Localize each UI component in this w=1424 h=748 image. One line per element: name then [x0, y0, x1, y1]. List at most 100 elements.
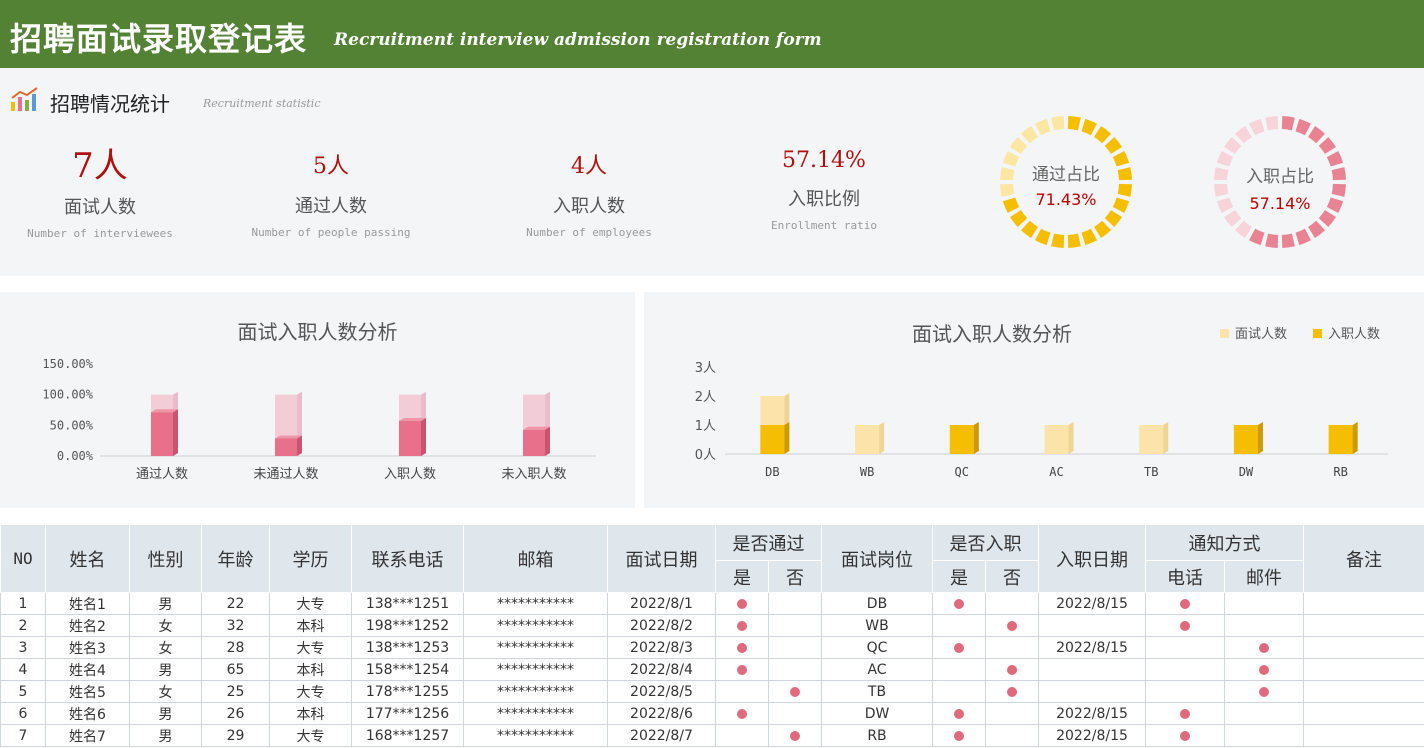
cell-hire-no: [985, 702, 1039, 725]
cell-email: ***********: [463, 702, 608, 725]
cell-phone: 168***1257: [351, 724, 464, 747]
legend-label: 入职人数: [1328, 327, 1380, 342]
marker-dot: [1180, 730, 1190, 741]
header-passed: 是否通过: [715, 524, 822, 561]
legend-swatch: [1313, 329, 1322, 338]
bar-value-side: [421, 417, 426, 456]
marker-dot: [737, 642, 747, 653]
ring-segment: [1067, 233, 1081, 248]
cell-position: AC: [821, 658, 933, 681]
cell-remark: [1303, 724, 1424, 747]
bar-interviewed: [1139, 425, 1164, 454]
marker-dot: [954, 708, 964, 719]
bar-value: [399, 420, 421, 456]
marker-dot: [737, 598, 747, 609]
table-row[interactable]: 7 姓名7 男 29 大专 168***1257 *********** 2022/8/7 RB…: [0, 724, 1424, 747]
title-banner: 招聘面试录取登记表 Recruitment interview admissio…: [0, 0, 1424, 68]
y-tick-label: 3人: [695, 361, 716, 376]
cell-pass-no: [768, 680, 822, 703]
ring-segment: [1224, 136, 1242, 154]
ring-segment: [1104, 136, 1122, 154]
cell-age: 25: [201, 680, 270, 703]
bar-stack: [151, 391, 178, 456]
cell-hire-no: [985, 724, 1039, 747]
cell-name: 姓名2: [45, 614, 130, 637]
ratio-bar-chart: 0.00% 50.00% 100.00% 150.00% 通过人数 未通过人数 入职人数 未入…: [42, 357, 596, 482]
kpi-value: 7人: [72, 146, 128, 186]
x-tick-label: AC: [1049, 465, 1063, 479]
cell-no: 6: [0, 702, 46, 725]
cell-pass-yes: [715, 592, 769, 615]
bar-stack: [523, 391, 550, 456]
marker-dot: [1007, 620, 1017, 631]
ring-label: 入职占比: [1246, 167, 1314, 187]
kpi-en-label: Number of employees: [526, 226, 652, 239]
bar-value-side: [297, 435, 302, 456]
cell-email: ***********: [463, 592, 608, 615]
header-interview-date: 面试日期: [607, 524, 716, 593]
cell-phone: 177***1256: [351, 702, 464, 725]
ring-segment: [1094, 220, 1112, 238]
marker-dot: [737, 664, 747, 675]
cell-email: ***********: [463, 680, 608, 703]
cell-notify-mail: [1224, 724, 1304, 747]
header-gender: 性别: [129, 524, 202, 593]
table-row[interactable]: 4 姓名4 男 65 本科 158***1254 *********** 2022/8/4 AC: [0, 658, 1424, 681]
cell-notify-tel: [1145, 702, 1225, 725]
kpi-label: 通过人数: [295, 196, 367, 217]
cell-notify-mail: [1224, 680, 1304, 703]
ring-segment: [1318, 136, 1336, 154]
section-title: 招聘情况统计: [50, 92, 170, 116]
table-row[interactable]: 5 姓名5 女 25 大专 178***1255 *********** 2022/8/5 TB: [0, 680, 1424, 703]
cell-gender: 男: [129, 702, 202, 725]
ring-segment: [1281, 233, 1295, 248]
cell-age: 28: [201, 636, 270, 659]
header-age: 年龄: [201, 524, 270, 593]
kpi-interviewees: 7人 面试人数 Number of interviewees: [10, 138, 190, 240]
cell-notify-mail: [1224, 592, 1304, 615]
table-row[interactable]: 2 姓名2 女 32 本科 198***1252 *********** 2022/8/2 WB: [0, 614, 1424, 637]
cell-hire-no: [985, 680, 1039, 703]
header-name: 姓名: [45, 524, 130, 593]
x-tick-label: DB: [765, 465, 779, 479]
page-subtitle: Recruitment interview admission registra…: [334, 30, 822, 50]
header-hire-no: 否: [985, 560, 1039, 593]
cell-pass-no: [768, 614, 822, 637]
header-no: NO: [0, 524, 46, 593]
table-row[interactable]: 1 姓名1 男 22 大专 138***1251 *********** 2022/8/1 DB…: [0, 592, 1424, 615]
cell-notify-tel: [1145, 636, 1225, 659]
ring-segment: [1020, 220, 1038, 238]
cell-pass-no: [768, 592, 822, 615]
kpi-value: 57.14%: [782, 148, 866, 173]
table-row[interactable]: 3 姓名3 女 28 大专 138***1253 *********** 2022/8/3 QC…: [0, 636, 1424, 659]
bar-interviewed-side: [1163, 422, 1169, 454]
table-row[interactable]: 6 姓名6 男 26 本科 177***1256 *********** 2022/8/6 DW…: [0, 702, 1424, 725]
bar-group: [1044, 422, 1074, 454]
cell-notify-mail: [1224, 614, 1304, 637]
cell-education: 本科: [269, 702, 352, 725]
marker-dot: [1259, 686, 1269, 697]
cell-no: 5: [0, 680, 46, 703]
header-hire-date: 入职日期: [1038, 524, 1146, 593]
cell-email: ***********: [463, 636, 608, 659]
y-tick-label: 0人: [695, 448, 716, 463]
header-notify: 通知方式: [1145, 524, 1304, 561]
cell-hire-no: [985, 636, 1039, 659]
cell-pass-yes: [715, 702, 769, 725]
cell-interview-date: 2022/8/4: [607, 658, 716, 681]
kpi-passed: 5人 通过人数 Number of people passing: [236, 138, 426, 239]
marker-dot: [1180, 708, 1190, 719]
bar-value-side: [545, 426, 550, 456]
cell-pass-no: [768, 658, 822, 681]
bar-group: [1328, 422, 1358, 454]
cell-hire-yes: [932, 680, 986, 703]
cell-phone: 198***1252: [351, 614, 464, 637]
cell-pass-yes: [715, 636, 769, 659]
bar-hired-side: [784, 422, 790, 454]
ring-segment: [1234, 126, 1252, 144]
cell-hire-yes: [932, 724, 986, 747]
kpi-label: 入职人数: [553, 196, 625, 217]
legend-swatch: [1220, 329, 1229, 338]
x-tick-label: QC: [955, 465, 969, 479]
ratio-chart-panel: 面试入职人数分析 0.00% 50.00% 100.00% 150.00% 通过人数 未通…: [0, 292, 635, 508]
